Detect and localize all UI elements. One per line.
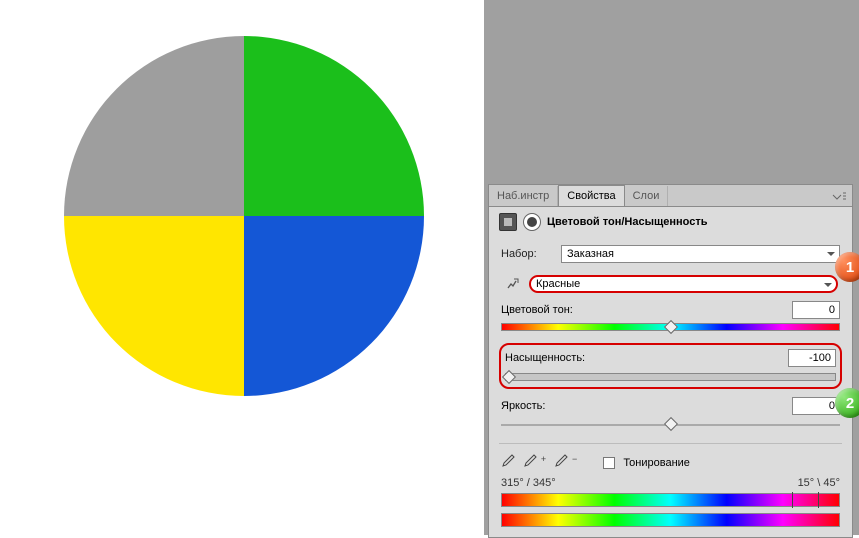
eyedropper-add-icon[interactable] [523,454,546,471]
hue-range-strip-top[interactable] [501,493,840,507]
hue-range-strip-bottom [501,513,840,527]
tab-layers[interactable]: Слои [625,186,669,206]
circle-image [64,36,424,396]
hue-range-marker[interactable] [792,492,819,508]
saturation-label: Насыщенность: [505,352,585,364]
eyedropper-subtract-icon[interactable] [554,454,577,471]
hue-thumb[interactable] [663,320,677,334]
channel-value: Красные [536,278,580,290]
channel-select[interactable]: Красные [529,275,838,293]
quadrant-gray [64,36,244,216]
saturation-group: Насыщенность: [499,343,842,389]
tab-presets[interactable]: Наб.инстр [489,186,558,206]
adjustment-icon [499,213,517,231]
targeted-adjust-icon[interactable] [503,274,523,294]
preset-label: Набор: [501,248,555,260]
lightness-thumb[interactable] [663,417,677,431]
range-left: 315° / 345° [501,477,556,489]
range-right: 15° \ 45° [798,477,840,489]
colorize-checkbox[interactable] [603,457,615,469]
tab-properties[interactable]: Свойства [558,185,624,206]
quadrant-green [244,36,424,216]
lightness-input[interactable] [792,397,840,415]
mask-icon [523,213,541,231]
properties-panel: Наб.инстр Свойства Слои Цветовой тон/Нас… [488,184,853,538]
panel-tabs: Наб.инстр Свойства Слои [489,185,852,207]
hue-input[interactable] [792,301,840,319]
saturation-slider[interactable] [505,373,836,381]
panel-title: Цветовой тон/Насыщенность [547,216,708,228]
callout-badge-1: 1 [835,252,859,282]
quadrant-blue [244,216,424,396]
quadrant-yellow [64,216,244,396]
document-canvas[interactable] [0,0,484,535]
saturation-thumb[interactable] [502,370,516,384]
eyedropper-icon[interactable] [501,454,515,471]
colorize-label: Тонирование [623,457,690,469]
panel-dock: Наб.инстр Свойства Слои Цветовой тон/Нас… [484,0,859,535]
panel-menu-icon[interactable] [826,191,852,201]
hue-slider[interactable] [501,323,840,331]
preset-value: Заказная [567,248,614,260]
hue-label: Цветовой тон: [501,304,573,316]
lightness-label: Яркость: [501,400,545,412]
callout-badge-2: 2 [835,388,859,418]
preset-select[interactable]: Заказная [561,245,840,263]
lightness-slider[interactable] [501,419,840,431]
saturation-input[interactable] [788,349,836,367]
